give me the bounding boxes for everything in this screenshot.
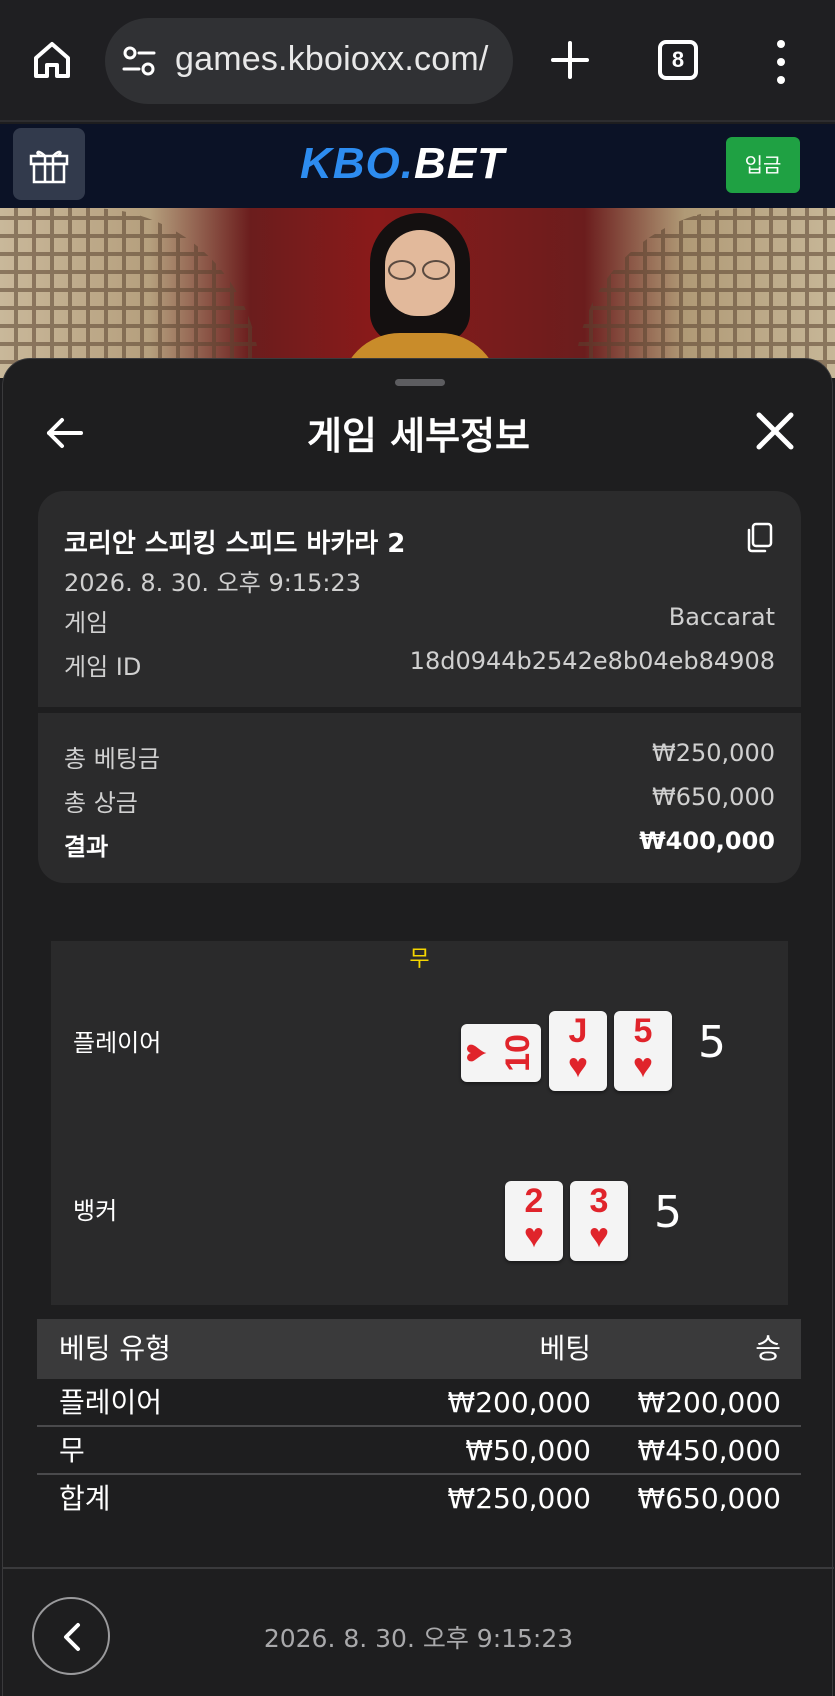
player-card-1: ♥ 10	[456, 1024, 541, 1082]
gift-button[interactable]	[13, 128, 85, 200]
heart-suit-icon: ♥	[456, 1042, 495, 1064]
deposit-button[interactable]: 입금	[726, 137, 800, 193]
table-header: 베팅 유형 베팅 승	[37, 1319, 801, 1379]
address-bar[interactable]: games.kboioxx.com/	[105, 18, 513, 104]
site-logo[interactable]: KBO.BET	[300, 138, 505, 190]
footer-divider	[3, 1567, 834, 1569]
heart-suit-icon: ♥	[588, 1217, 610, 1255]
table-row: 플레이어 ₩200,000 ₩200,000	[37, 1379, 801, 1427]
lattice-decoration	[575, 208, 835, 378]
url-text[interactable]: games.kboioxx.com/	[175, 40, 489, 79]
copy-icon[interactable]	[744, 521, 774, 553]
player-card-3: 5 ♥	[614, 1011, 672, 1091]
footer-datetime: 2026. 8. 30. 오후 9:15:23	[263, 1624, 574, 1653]
home-icon[interactable]	[30, 38, 74, 82]
sheet-title: 게임 세부정보	[307, 414, 530, 458]
table-row: 무 ₩50,000 ₩450,000	[37, 1427, 801, 1475]
close-icon[interactable]	[755, 411, 795, 451]
dealer-image	[340, 208, 500, 378]
banker-card-2: 3 ♥	[570, 1181, 628, 1261]
heart-suit-icon: ♥	[632, 1047, 654, 1085]
banker-score: 5	[654, 1187, 682, 1238]
result-board: 무 플레이어 ♥ 10 J ♥ 5 ♥ 5 뱅커 2 ♥ 3 ♥ 5	[51, 941, 788, 1305]
game-info-card: 코리안 스피킹 스피드 바카라 2 2026. 8. 30. 오후 9:15:2…	[38, 491, 801, 883]
banker-label: 뱅커	[73, 1197, 118, 1225]
banker-card-1: 2 ♥	[505, 1181, 563, 1261]
live-video	[0, 208, 835, 378]
table-row-total: 합계 ₩250,000 ₩650,000	[59, 1482, 781, 1515]
plus-icon[interactable]	[548, 38, 592, 82]
gift-icon	[29, 150, 69, 184]
game-datetime: 2026. 8. 30. 오후 9:15:23	[64, 569, 361, 597]
player-score: 5	[698, 1017, 726, 1068]
tune-icon[interactable]	[121, 44, 157, 78]
winner-label: 무	[409, 947, 430, 972]
card-divider	[38, 707, 801, 713]
tabs-icon[interactable]: 8	[658, 40, 698, 80]
player-label: 플레이어	[73, 1029, 162, 1057]
browser-toolbar: games.kboioxx.com/ 8	[0, 0, 835, 122]
game-name: 코리안 스피킹 스피드 바카라 2	[64, 529, 406, 559]
heart-suit-icon: ♥	[567, 1047, 589, 1085]
more-vert-icon[interactable]	[768, 40, 794, 84]
game-details-sheet: 게임 세부정보 코리안 스피킹 스피드 바카라 2 2026. 8. 30. 오…	[2, 358, 834, 1696]
drag-handle[interactable]	[395, 379, 445, 386]
player-card-2: J ♥	[549, 1011, 607, 1091]
lattice-decoration	[0, 208, 260, 378]
heart-suit-icon: ♥	[523, 1217, 545, 1255]
site-header: KBO.BET 입금	[0, 124, 835, 208]
